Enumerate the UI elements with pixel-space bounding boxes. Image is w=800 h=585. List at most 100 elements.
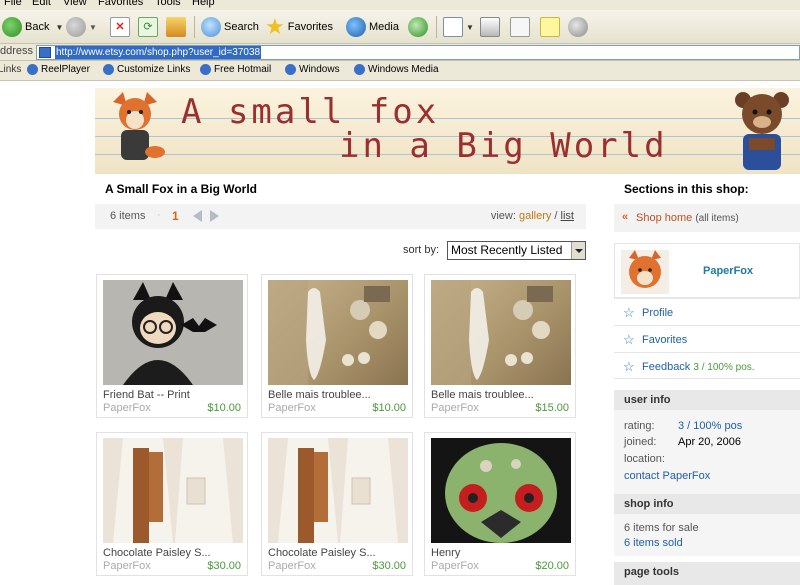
sort-select[interactable]: Most Recently Listed <box>447 241 586 260</box>
item-card[interactable]: Belle mais troublee... PaperFox $10.00 <box>261 274 413 418</box>
shop-banner: A small fox in a Big World <box>95 88 800 174</box>
address-input[interactable]: http://www.etsy.com/shop.php?user_id=370… <box>36 45 800 60</box>
links-label: Links <box>0 64 22 75</box>
stop-button[interactable]: ✕ <box>110 16 133 38</box>
item-card[interactable]: Henry PaperFox $20.00 <box>424 432 576 576</box>
link-free-hotmail[interactable]: Free Hotmail <box>200 64 271 75</box>
mail-icon <box>443 17 463 37</box>
favorites-button[interactable]: ★ Favorites <box>265 16 333 38</box>
link-windows[interactable]: Windows <box>285 64 340 75</box>
item-name[interactable]: Friend Bat -- Print <box>103 389 243 401</box>
item-card[interactable]: Belle mais troublee... PaperFox $15.00 <box>424 274 576 418</box>
note-icon <box>540 17 560 37</box>
menu-file[interactable]: File <box>4 0 22 8</box>
item-image-paisley-scarf[interactable] <box>268 438 408 543</box>
forward-dropdown-icon[interactable]: ▼ <box>89 23 97 32</box>
prev-page-icon[interactable] <box>193 210 202 222</box>
view-gallery-link[interactable]: gallery <box>519 210 551 222</box>
media-button[interactable]: Media <box>346 16 399 38</box>
media-globe-icon <box>346 17 366 37</box>
links-bar: Links ReelPlayer Customize Links Free Ho… <box>0 61 800 81</box>
edit-icon <box>510 17 530 37</box>
ie-page-icon <box>285 64 296 75</box>
profile-link[interactable]: ☆ Profile <box>614 298 800 325</box>
edit-button[interactable] <box>510 16 533 38</box>
menu-tools[interactable]: Tools <box>155 0 181 8</box>
menu-favorites[interactable]: Favorites <box>98 0 143 8</box>
sections-title: Sections in this shop: <box>624 182 749 196</box>
shop-info-panel: 6 items for sale 6 items sold <box>614 514 800 556</box>
url-text[interactable]: http://www.etsy.com/shop.php?user_id=370… <box>55 46 262 59</box>
item-seller[interactable]: PaperFox <box>268 402 316 414</box>
item-card[interactable]: Chocolate Paisley S... PaperFox $30.00 <box>261 432 413 576</box>
refresh-button[interactable]: ⟳ <box>138 16 161 38</box>
history-button[interactable] <box>408 16 431 38</box>
item-price: $15.00 <box>535 402 569 414</box>
item-image-henry[interactable] <box>431 438 571 543</box>
pagination-bar: 6 items · 1 view: gallery / list <box>95 204 586 229</box>
messenger-button[interactable] <box>568 16 591 38</box>
next-page-icon[interactable] <box>210 210 219 222</box>
print-icon <box>480 17 500 37</box>
menu-edit[interactable]: Edit <box>32 0 51 8</box>
forward-arrow-icon <box>66 17 86 37</box>
owner-name-link[interactable]: PaperFox <box>703 265 753 277</box>
star-outline-icon: ☆ <box>623 305 635 320</box>
view-list-link[interactable]: list <box>561 210 574 222</box>
stop-icon: ✕ <box>110 17 130 37</box>
item-seller[interactable]: PaperFox <box>431 402 479 414</box>
item-card[interactable]: Chocolate Paisley S... PaperFox $30.00 <box>96 432 248 576</box>
favorites-link[interactable]: ☆ Favorites <box>614 325 800 352</box>
home-button[interactable] <box>166 16 189 38</box>
mail-dropdown-icon[interactable]: ▼ <box>466 23 474 32</box>
contact-link[interactable]: contact PaperFox <box>624 470 710 482</box>
star-outline-icon: ☆ <box>623 359 635 374</box>
browser-toolbar: Back ▼ ▼ ✕ ⟳ Search ★ Favorites Media ▼ <box>0 10 800 44</box>
discuss-button[interactable] <box>540 16 563 38</box>
forward-button[interactable]: ▼ <box>66 16 97 38</box>
item-card[interactable]: Friend Bat -- Print PaperFox $10.00 <box>96 274 248 418</box>
page-number-current[interactable]: 1 <box>172 209 179 223</box>
mail-button[interactable]: ▼ <box>443 16 474 38</box>
shop-info-header: shop info <box>614 494 800 514</box>
search-button[interactable]: Search <box>201 16 259 38</box>
item-price: $20.00 <box>535 560 569 572</box>
item-seller[interactable]: PaperFox <box>103 402 151 414</box>
star-icon: ★ <box>265 14 285 39</box>
user-info-panel: rating: 3 / 100% pos joined: Apr 20, 200… <box>614 410 800 494</box>
item-price: $10.00 <box>207 402 241 414</box>
item-seller[interactable]: PaperFox <box>431 560 479 572</box>
item-image-paisley-scarf[interactable] <box>103 438 243 543</box>
chevron-down-icon[interactable] <box>571 242 585 259</box>
item-name[interactable]: Chocolate Paisley S... <box>268 547 408 559</box>
back-button[interactable]: Back ▼ <box>2 16 63 38</box>
link-reelplayer[interactable]: ReelPlayer <box>27 64 90 75</box>
fox-illustration <box>113 92 165 160</box>
back-dropdown-icon[interactable]: ▼ <box>55 23 63 32</box>
item-image-belle[interactable] <box>431 280 571 385</box>
items-sold-link[interactable]: 6 items sold <box>624 537 683 549</box>
double-chevron-icon: « <box>622 211 629 223</box>
item-image-belle[interactable] <box>268 280 408 385</box>
item-name[interactable]: Belle mais troublee... <box>431 389 571 401</box>
item-price: $30.00 <box>207 560 241 572</box>
avatar[interactable] <box>621 250 669 294</box>
item-name[interactable]: Henry <box>431 547 571 559</box>
menu-bar: File Edit View Favorites Tools Help <box>0 0 800 10</box>
item-price: $30.00 <box>372 560 406 572</box>
menu-help[interactable]: Help <box>192 0 215 8</box>
item-seller[interactable]: PaperFox <box>268 560 316 572</box>
items-for-sale: 6 items for sale <box>624 522 699 534</box>
feedback-link[interactable]: ☆ Feedback 3 / 100% pos. <box>614 352 800 379</box>
link-windows-media[interactable]: Windows Media <box>354 64 439 75</box>
menu-view[interactable]: View <box>63 0 87 8</box>
item-image-friend-bat[interactable] <box>103 280 243 385</box>
link-customize-links[interactable]: Customize Links <box>103 64 190 75</box>
shop-owner-card: PaperFox <box>614 243 800 298</box>
shop-home-link[interactable]: « Shop home (all items) <box>614 204 800 232</box>
rating-value[interactable]: 3 / 100% pos <box>678 420 742 432</box>
item-name[interactable]: Belle mais troublee... <box>268 389 408 401</box>
print-button[interactable] <box>480 16 503 38</box>
item-name[interactable]: Chocolate Paisley S... <box>103 547 243 559</box>
item-seller[interactable]: PaperFox <box>103 560 151 572</box>
